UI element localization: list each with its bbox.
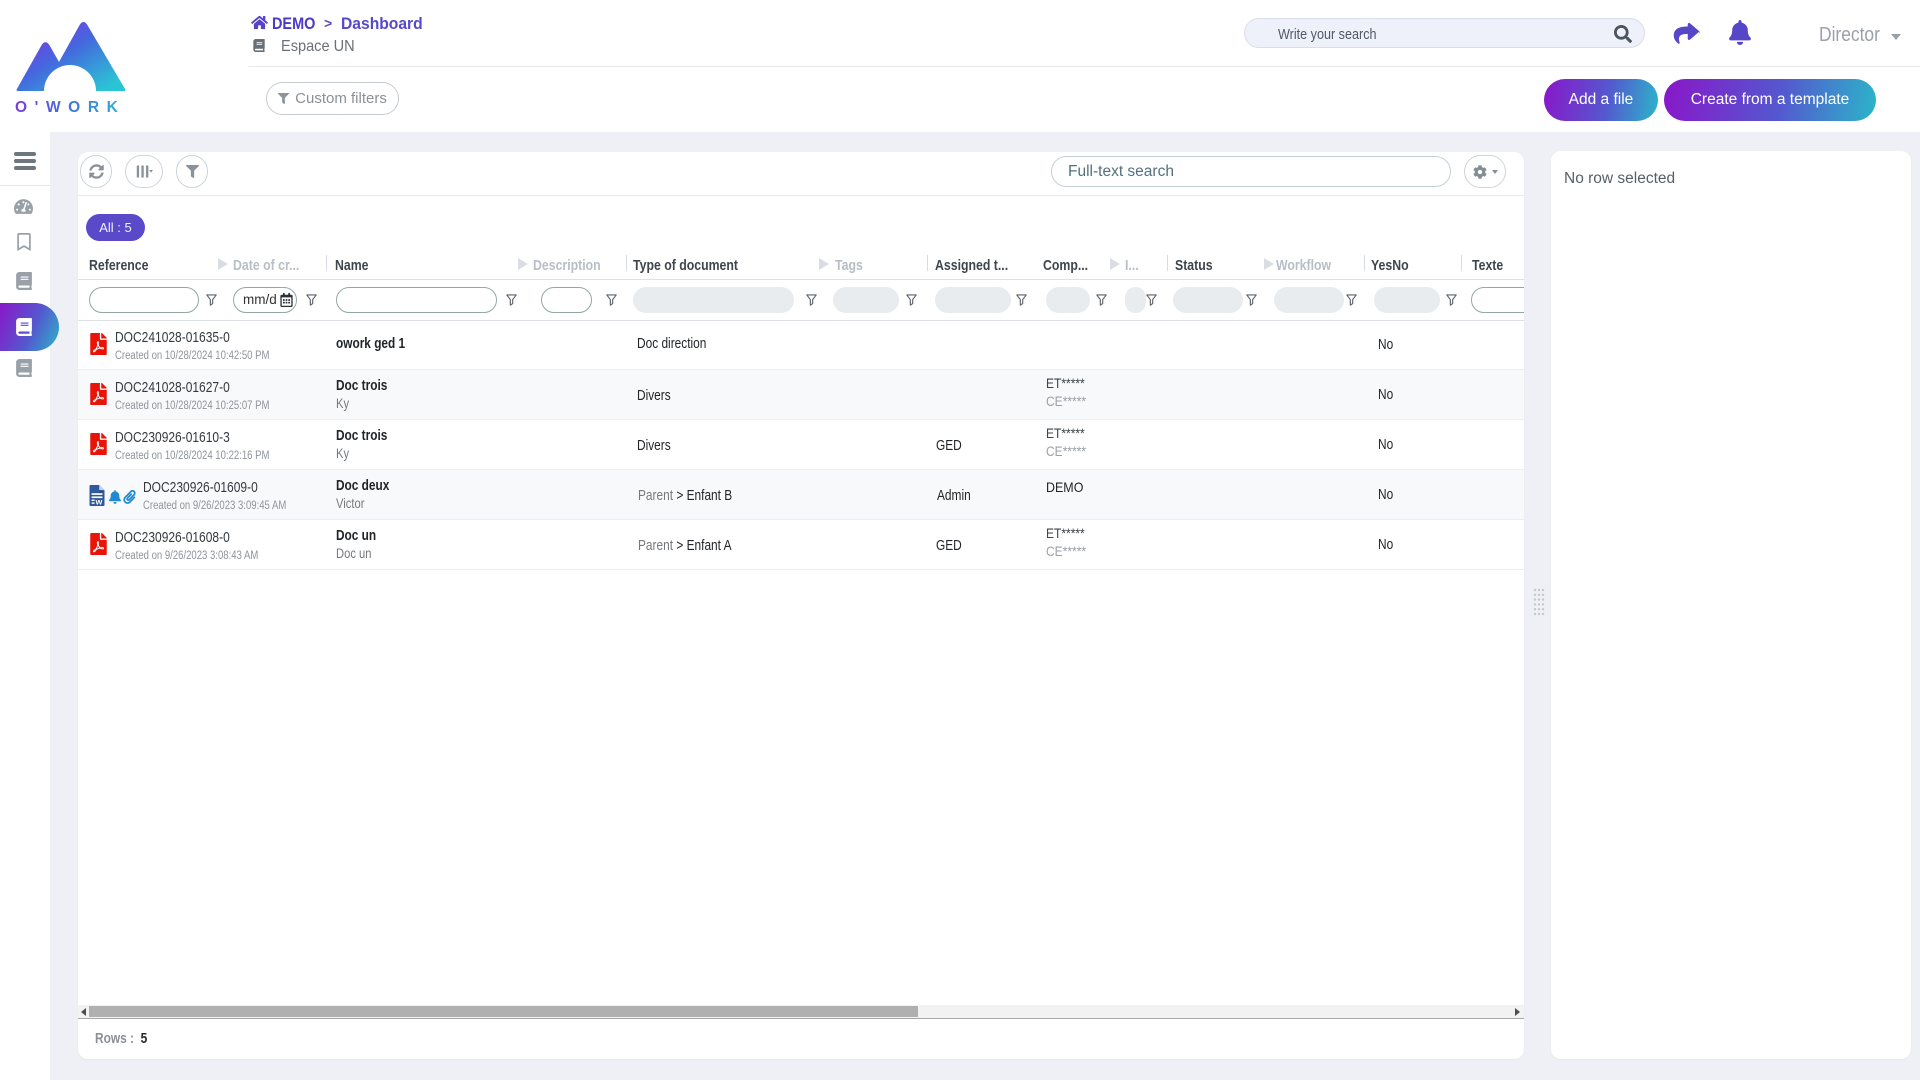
svg-text:w: w bbox=[95, 496, 103, 506]
svg-text:O'WORK: O'WORK bbox=[15, 99, 125, 114]
